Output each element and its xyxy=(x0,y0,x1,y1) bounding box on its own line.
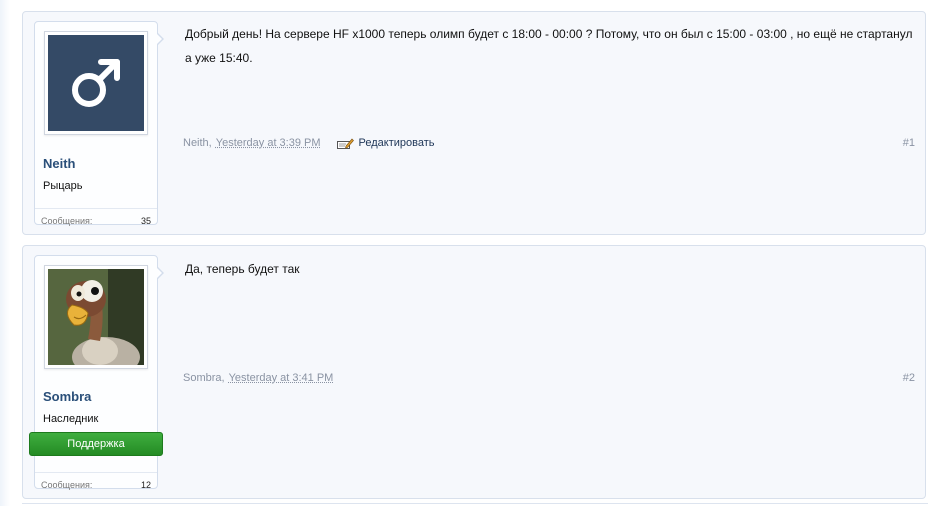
username-link[interactable]: Neith xyxy=(43,156,76,171)
bottom-divider xyxy=(22,503,928,504)
stats-divider xyxy=(35,208,157,209)
user-info-card: Neith Рыцарь Сообщения: 35 xyxy=(34,21,164,226)
avatar[interactable] xyxy=(44,31,148,135)
card-arrow xyxy=(156,32,164,46)
post-message: Да, теперь будет так xyxy=(185,262,300,276)
message-count-value: 12 xyxy=(140,480,151,490)
user-title: Рыцарь xyxy=(43,180,83,192)
user-info-card: Sombra Наследник Поддержка Сообщения: 12 xyxy=(29,255,164,490)
avatar[interactable] xyxy=(44,265,148,369)
vulture-avatar xyxy=(48,269,144,365)
post-author[interactable]: Neith, xyxy=(183,137,212,149)
post-number-link[interactable]: #1 xyxy=(903,137,915,149)
role-banner-support: Поддержка xyxy=(29,432,163,456)
card-arrow xyxy=(156,266,164,280)
post-message: Добрый день! На сервере HF x1000 теперь … xyxy=(185,27,913,65)
username-link[interactable]: Sombra xyxy=(43,389,91,404)
user-title: Наследник xyxy=(43,413,99,425)
post-meta: Sombra, Yesterday at 3:41 PM xyxy=(183,372,333,384)
post-meta: Neith, Yesterday at 3:39 PM Редактироват… xyxy=(183,137,435,149)
forum-post: Sombra Наследник Поддержка Сообщения: 12… xyxy=(22,245,926,499)
message-count-label: Сообщения: xyxy=(41,216,93,226)
post-author[interactable]: Sombra, xyxy=(183,372,225,384)
forum-post: Neith Рыцарь Сообщения: 35 Добрый день! … xyxy=(22,11,926,235)
page-edge-decoration xyxy=(0,0,10,506)
stats-divider xyxy=(35,472,157,473)
message-count-value: 35 xyxy=(140,216,151,226)
edit-button[interactable]: Редактировать xyxy=(336,137,435,149)
message-count-label: Сообщения: xyxy=(41,480,93,490)
male-symbol-icon xyxy=(48,35,144,131)
post-number-link[interactable]: #2 xyxy=(903,372,915,384)
pencil-edit-icon xyxy=(336,138,354,149)
edit-button-label: Редактировать xyxy=(358,137,435,149)
post-date[interactable]: Yesterday at 3:39 PM xyxy=(216,137,321,149)
post-date[interactable]: Yesterday at 3:41 PM xyxy=(229,372,334,384)
